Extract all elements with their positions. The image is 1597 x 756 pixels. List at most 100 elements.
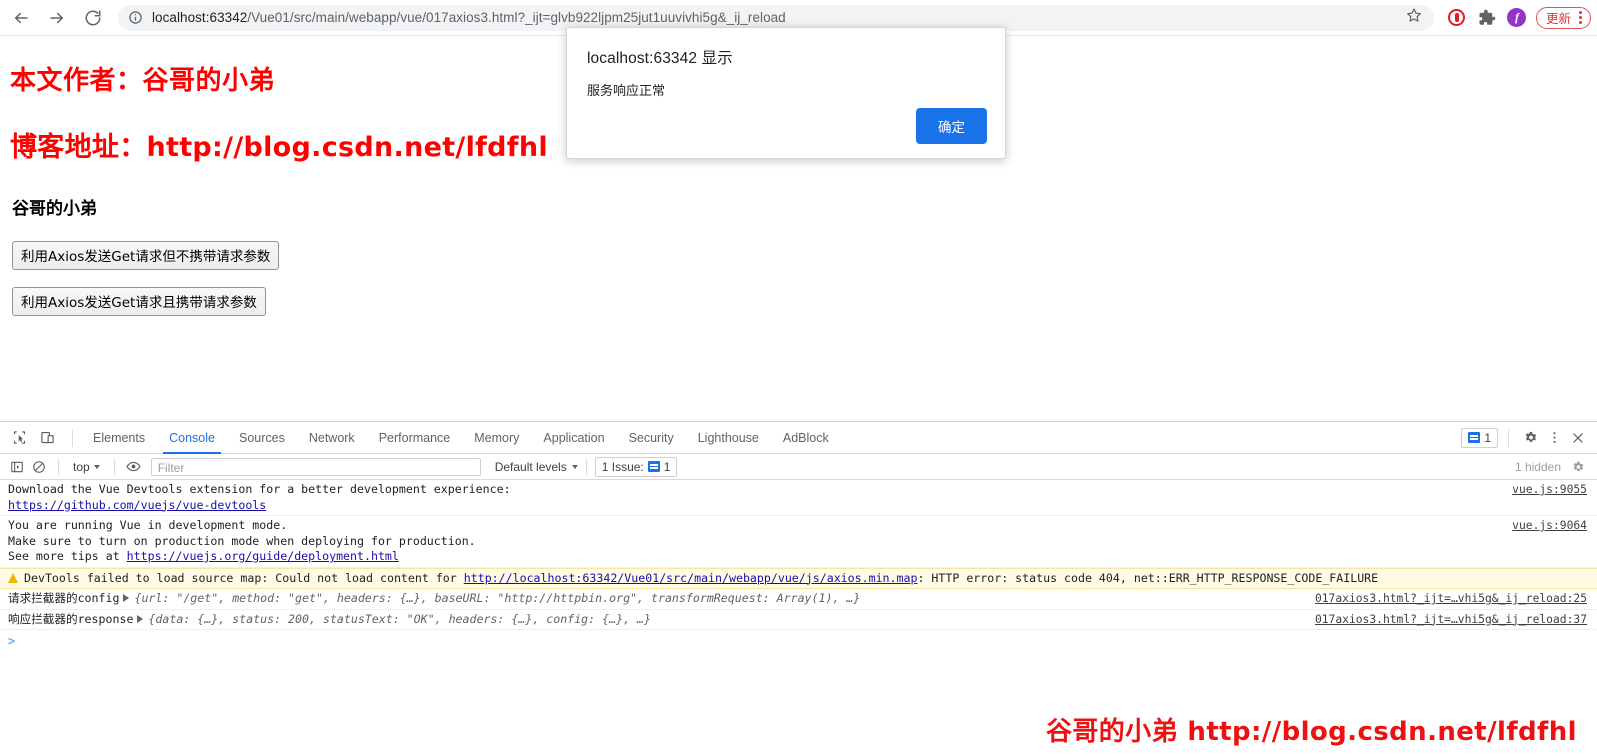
message-link[interactable]: https://vuejs.org/guide/deployment.html xyxy=(127,549,399,563)
message-source-link[interactable]: vue.js:9064 xyxy=(1512,518,1587,534)
console-levels-selector[interactable]: Default levels xyxy=(495,460,578,474)
tab-memory[interactable]: Memory xyxy=(462,422,531,454)
message-label-cjk: 响应拦截器的 xyxy=(8,611,78,626)
tab-adblock[interactable]: AdBlock xyxy=(771,422,841,454)
toolbar-divider xyxy=(72,428,73,447)
tab-security[interactable]: Security xyxy=(617,422,686,454)
message-source-link[interactable]: 017axios3.html?_ijt=…vhi5g&_ij_reload:25 xyxy=(1315,591,1587,607)
opera-extension-icon[interactable] xyxy=(1442,3,1472,33)
update-button[interactable]: 更新 xyxy=(1535,6,1591,29)
console-message-request-interceptor[interactable]: 请求拦截器的config {url: "/get", method: "get",… xyxy=(0,589,1597,610)
kebab-menu-icon[interactable] xyxy=(1575,11,1586,24)
console-context-selector[interactable]: top xyxy=(67,460,106,474)
message-source-link[interactable]: vue.js:9055 xyxy=(1512,482,1587,498)
page-watermark: 谷哥的小弟 http://blog.csdn.net/lfdfhl xyxy=(1045,717,1577,747)
console-issues-label: 1 Issue: xyxy=(601,459,644,474)
tab-network[interactable]: Network xyxy=(297,422,367,454)
button-row-2: 利用Axios发送Get请求且携带请求参数 xyxy=(12,287,1597,316)
console-filter-input[interactable]: Filter xyxy=(150,457,481,476)
message-line: Make sure to turn on production mode whe… xyxy=(8,533,476,548)
device-toolbar-icon[interactable] xyxy=(36,427,58,449)
console-sidebar-icon[interactable] xyxy=(6,456,28,478)
page-subtitle: 谷哥的小弟 xyxy=(12,199,97,219)
back-button[interactable] xyxy=(6,3,36,33)
console-toolbar: top Filter Default levels 1 Issue: 1 1 h… xyxy=(0,454,1597,480)
url-text: localhost:63342/Vue01/src/main/webapp/vu… xyxy=(152,10,786,25)
message-label-cjk: 请求拦截器的 xyxy=(8,591,78,605)
get-without-params-button[interactable]: 利用Axios发送Get请求但不携带请求参数 xyxy=(12,241,280,270)
forward-button[interactable] xyxy=(42,3,72,33)
console-settings-gear-icon[interactable] xyxy=(1567,456,1589,478)
site-info-icon[interactable] xyxy=(128,10,143,25)
console-message-vue-devtools[interactable]: Download the Vue Devtools extension for … xyxy=(0,480,1597,516)
javascript-alert-dialog: localhost:63342 显示 服务响应正常 确定 xyxy=(566,27,1006,159)
devtools-tool-icons xyxy=(0,427,81,449)
console-levels-label: Default levels xyxy=(494,459,567,474)
update-label: 更新 xyxy=(1545,12,1571,26)
close-icon[interactable] xyxy=(1567,427,1589,449)
message-object-preview: {url: "/get", method: "get", headers: {…… xyxy=(134,591,861,605)
dialog-actions: 确定 xyxy=(916,108,987,144)
message-label-ascii: response xyxy=(77,611,134,626)
clear-console-icon[interactable] xyxy=(28,456,50,478)
message-source-link[interactable]: 017axios3.html?_ijt=…vhi5g&_ij_reload:37 xyxy=(1315,612,1587,628)
url-path: /Vue01/src/main/webapp/vue/017axios3.htm… xyxy=(247,10,786,25)
prompt-arrow-icon: > xyxy=(8,634,16,648)
devtools-tabs: Elements Console Sources Network Perform… xyxy=(81,422,841,454)
toolbar-extension-icons: f 更新 xyxy=(1442,3,1597,33)
dialog-ok-button[interactable]: 确定 xyxy=(916,108,987,144)
profile-avatar[interactable]: f xyxy=(1502,3,1532,33)
chevron-down-icon xyxy=(571,464,578,469)
message-link[interactable]: http://localhost:63342/Vue01/src/main/we… xyxy=(464,571,918,585)
console-hidden-label: 1 hidden xyxy=(1514,459,1561,474)
console-toolbar-divider-3 xyxy=(585,458,587,475)
expand-arrow-icon[interactable] xyxy=(123,594,130,602)
console-message-source-map-warning[interactable]: DevTools failed to load source map: Coul… xyxy=(0,567,1597,589)
message-text-after: : HTTP error: status code 404, net::ERR_… xyxy=(917,570,1379,585)
console-toolbar-divider-2 xyxy=(113,458,115,475)
message-link[interactable]: https://github.com/vuejs/vue-devtools xyxy=(8,498,266,512)
expand-arrow-icon[interactable] xyxy=(137,614,144,623)
console-toolbar-divider-1 xyxy=(58,458,59,475)
issues-count: 1 xyxy=(1484,430,1491,445)
issues-icon xyxy=(1468,432,1481,443)
tab-sources[interactable]: Sources xyxy=(227,422,297,454)
console-issues-icon xyxy=(647,461,660,472)
console-prompt[interactable]: > xyxy=(0,630,1597,648)
console-issues-chip[interactable]: 1 Issue: 1 xyxy=(594,456,678,477)
button-row-1: 利用Axios发送Get请求但不携带请求参数 xyxy=(12,241,1597,270)
message-object-preview: {data: {…}, status: 200, statusText: "OK… xyxy=(148,611,651,626)
tab-application[interactable]: Application xyxy=(531,422,616,454)
devtools-tabbar: Elements Console Sources Network Perform… xyxy=(0,422,1597,454)
devtools-more-icon[interactable] xyxy=(1543,427,1565,449)
message-line: Download the Vue Devtools extension for … xyxy=(8,482,511,496)
tab-performance[interactable]: Performance xyxy=(367,422,463,454)
console-issues-badge: 1 xyxy=(663,459,671,474)
console-toolbar-right: 1 hidden xyxy=(1515,456,1597,478)
tab-console[interactable]: Console xyxy=(157,422,227,454)
url-host: localhost:63342 xyxy=(152,10,248,25)
puzzle-extensions-icon[interactable] xyxy=(1472,3,1502,33)
message-line: You are running Vue in development mode. xyxy=(8,518,288,532)
reload-button[interactable] xyxy=(78,3,108,33)
warning-triangle-icon xyxy=(8,572,18,583)
tab-lighthouse[interactable]: Lighthouse xyxy=(686,422,771,454)
message-label-ascii: config xyxy=(77,591,120,605)
inspect-element-icon[interactable] xyxy=(8,427,30,449)
devtools-panel: Elements Console Sources Network Perform… xyxy=(0,421,1597,756)
gear-icon[interactable] xyxy=(1519,427,1541,449)
bookmark-star-icon[interactable] xyxy=(1396,7,1422,28)
console-message-response-interceptor[interactable]: 响应拦截器的response {data: {…}, status: 200, s… xyxy=(0,610,1597,630)
message-line-prefix: See more tips at xyxy=(8,549,127,563)
message-text-before: DevTools failed to load source map: Coul… xyxy=(24,570,464,585)
dialog-message: 服务响应正常 xyxy=(587,84,666,99)
get-with-params-button[interactable]: 利用Axios发送Get请求且携带请求参数 xyxy=(12,287,266,316)
issues-badge[interactable]: 1 xyxy=(1461,427,1498,448)
console-message-dev-mode[interactable]: You are running Vue in development mode.… xyxy=(0,516,1597,568)
console-context-label: top xyxy=(73,459,90,474)
console-message-list[interactable]: Download the Vue Devtools extension for … xyxy=(0,480,1597,734)
chevron-down-icon xyxy=(93,464,100,469)
tab-elements[interactable]: Elements xyxy=(81,422,157,454)
avatar-initial: f xyxy=(1507,8,1527,27)
live-expression-icon[interactable] xyxy=(123,456,145,478)
